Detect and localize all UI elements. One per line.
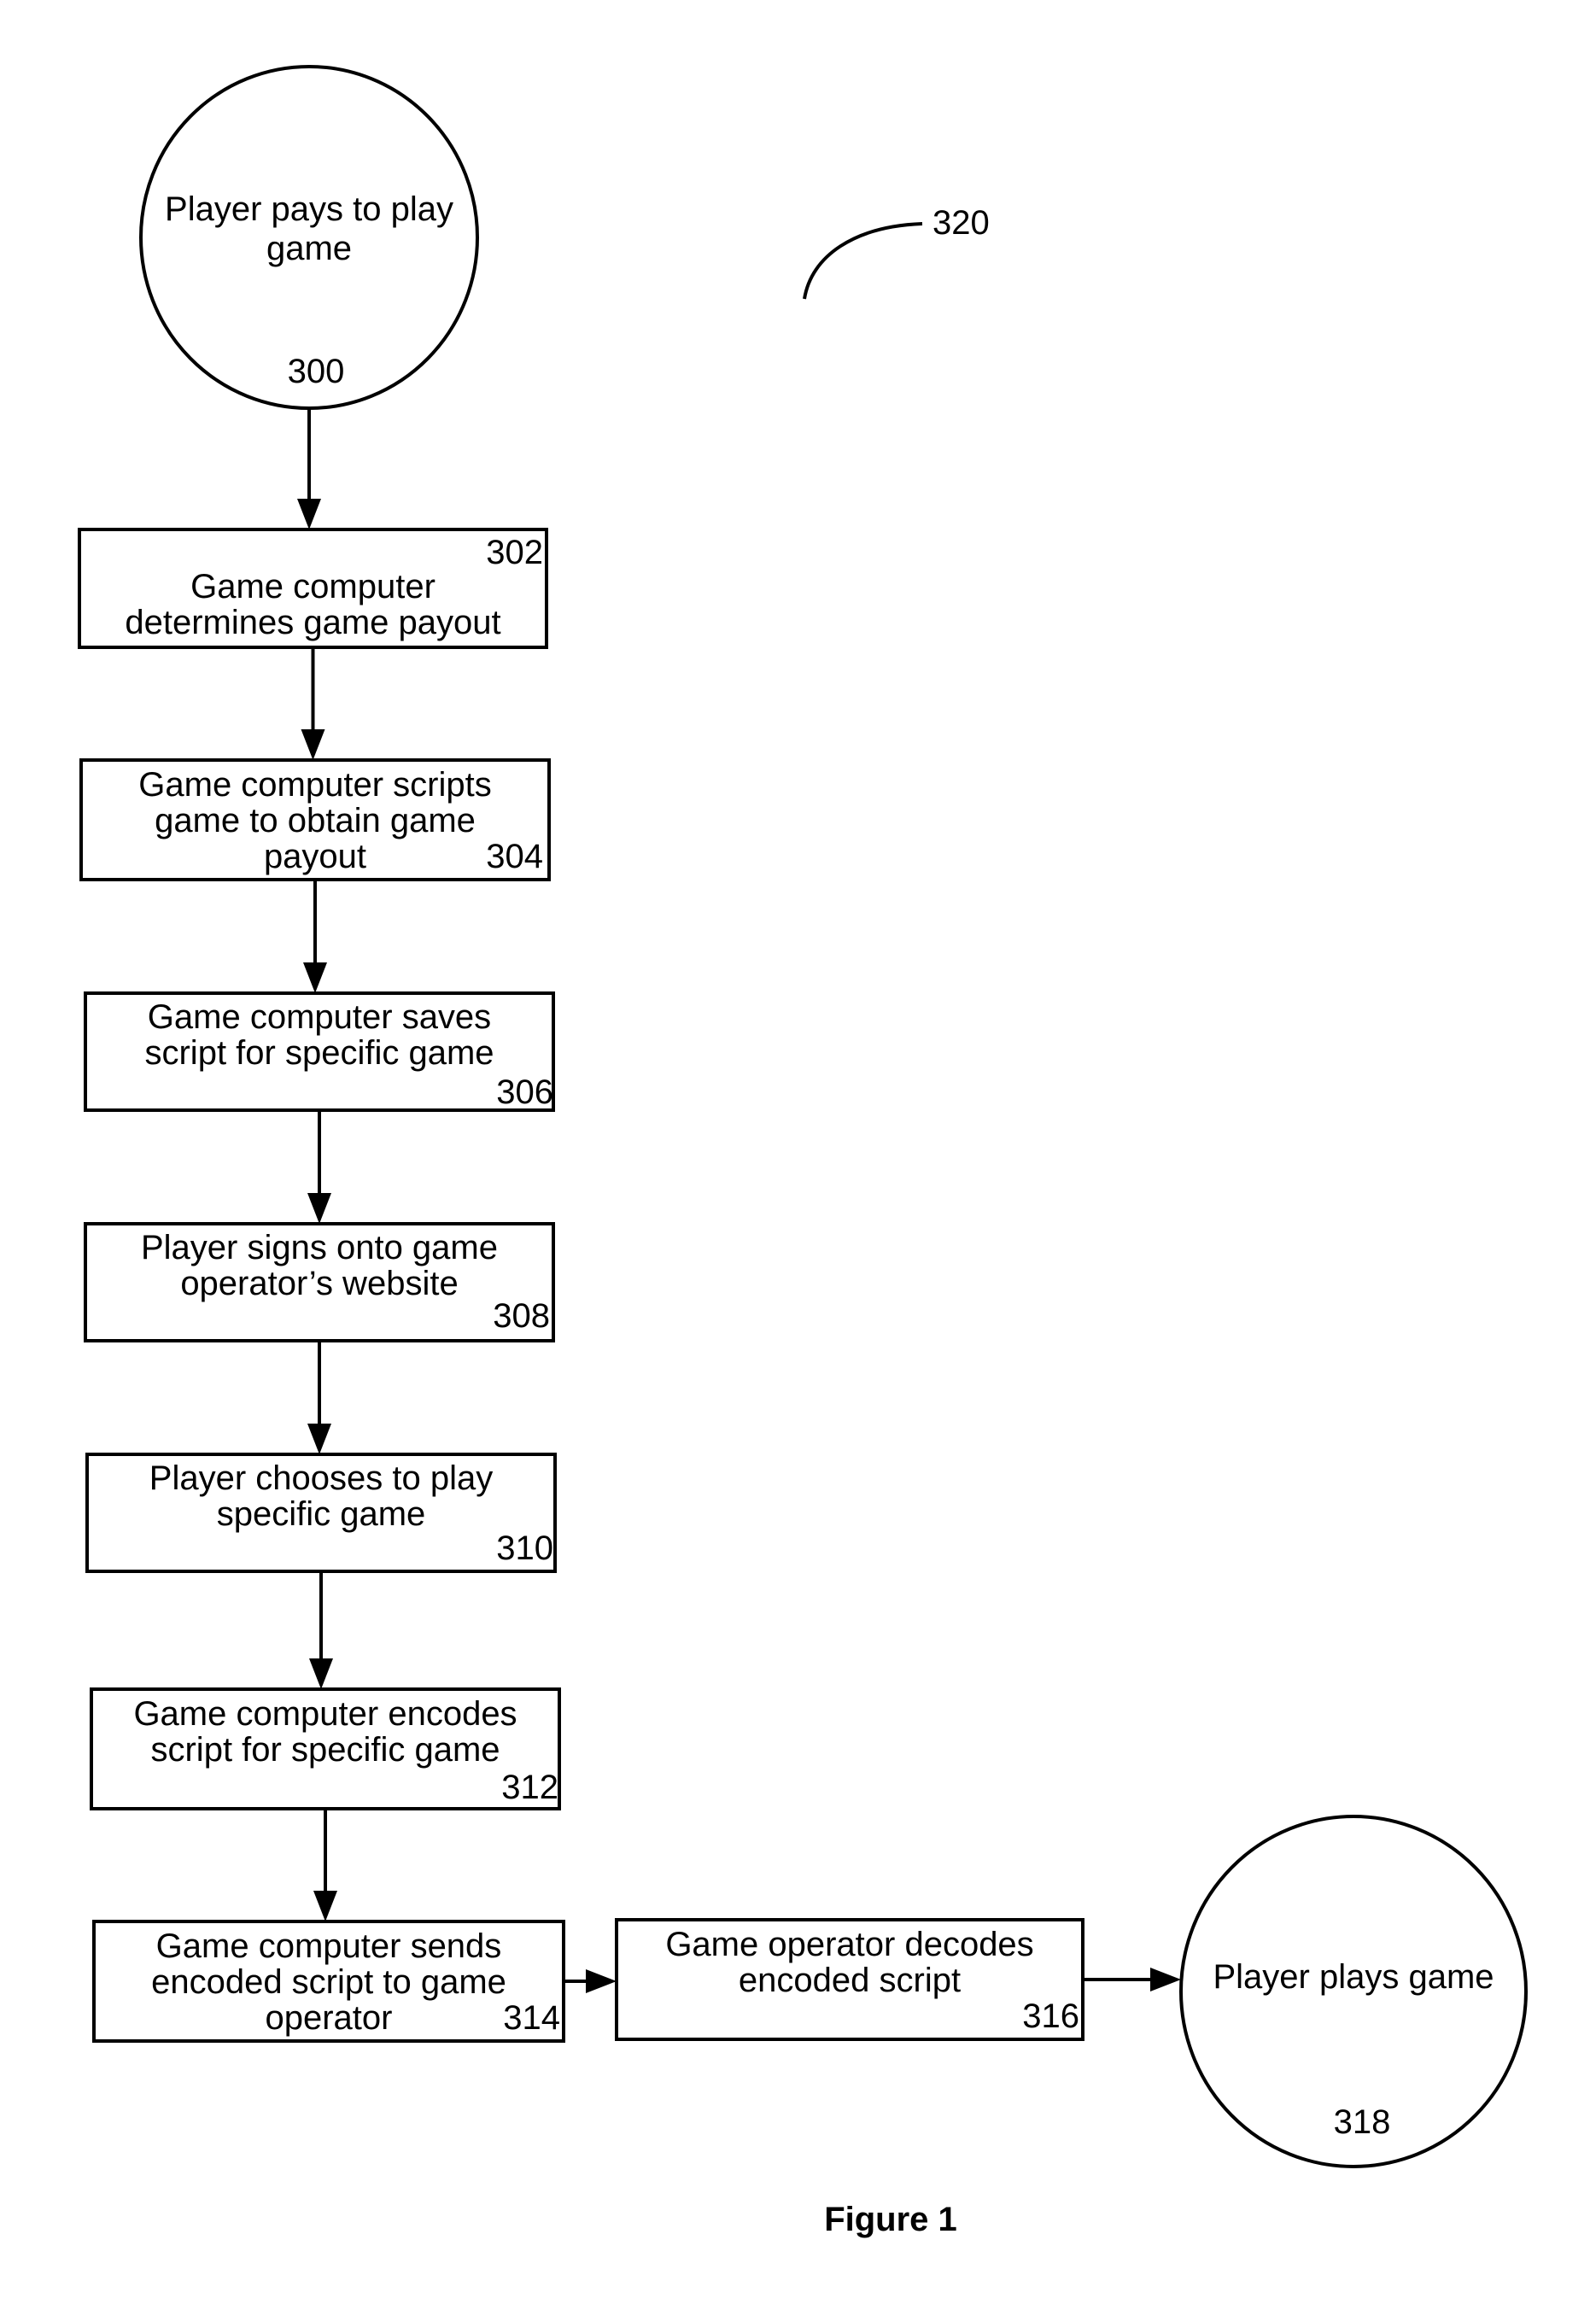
- node-reference-number: 314: [503, 1999, 560, 2037]
- arrow-306-to-308: [307, 1110, 331, 1224]
- node-label-line: determines game payout: [125, 604, 500, 641]
- node-label-line: Game computer sends: [156, 1927, 502, 1965]
- node-label-line: payout: [264, 838, 366, 875]
- flowchart-node-300: Player pays to playgame 300: [139, 65, 479, 410]
- arrow-314-to-316: [564, 1969, 617, 1993]
- node-label-line: Player chooses to play: [149, 1459, 493, 1497]
- node-reference-number: 308: [493, 1297, 550, 1335]
- node-label-line: game: [266, 230, 352, 267]
- nodes: Player pays to playgame 300 Game computerd…: [78, 65, 1528, 2168]
- node-reference-number: 300: [288, 353, 345, 390]
- arrow-304-to-306: [303, 880, 327, 993]
- flowchart-node-306: Game computer savesscript for specific g…: [84, 991, 555, 1112]
- flowchart-node-304: Game computer scriptsgame to obtain game…: [79, 758, 551, 881]
- arrow-310-to-312: [309, 1571, 333, 1689]
- node-reference-number: 304: [486, 838, 543, 875]
- arrowhead-icon: [1150, 1968, 1181, 1991]
- arrow-302-to-304: [301, 647, 325, 760]
- arrowhead-icon: [301, 729, 325, 760]
- node-reference-number: 302: [486, 534, 543, 571]
- node-label-line: encoded script to game: [151, 1963, 506, 2001]
- node-label-line: game to obtain game: [155, 802, 476, 839]
- flowchart-node-302: Game computerdetermines game payout 302: [78, 528, 548, 649]
- node-label-line: Game operator decodes: [665, 1926, 1033, 1963]
- node-label-line: script for specific game: [150, 1731, 500, 1769]
- arrowhead-icon: [297, 499, 321, 529]
- node-label-line: operator’s website: [180, 1265, 458, 1302]
- flowchart-node-314: Game computer sendsencoded script to gam…: [92, 1920, 565, 2043]
- arrowhead-icon: [303, 962, 327, 993]
- node-label-line: script for specific game: [144, 1034, 494, 1072]
- flowchart-node-318: Player plays game 318: [1179, 1815, 1528, 2168]
- arrow-316-to-318: [1083, 1968, 1181, 1991]
- arrowhead-icon: [307, 1193, 331, 1224]
- flowchart-node-308: Player signs onto gameoperator’s website…: [84, 1222, 555, 1342]
- node-reference-number: 310: [496, 1529, 553, 1567]
- flowchart: 320 Player pays to playgame 300 Game compu…: [78, 65, 1528, 2238]
- arrowhead-icon: [586, 1969, 617, 1993]
- arrowhead-icon: [307, 1424, 331, 1454]
- node-label-line: Player plays game: [1213, 1958, 1494, 1996]
- flowchart-node-310: Player chooses to playspecific game 310: [85, 1453, 557, 1573]
- node-reference-number: 312: [501, 1769, 558, 1806]
- node-label-line: Player pays to play: [165, 190, 453, 228]
- arrow-308-to-310: [307, 1341, 331, 1454]
- node-label-line: Game computer scripts: [138, 766, 491, 804]
- reference-label-320: 320: [932, 204, 990, 242]
- reference-leader-line: [803, 222, 923, 300]
- arrowhead-icon: [313, 1891, 337, 1921]
- node-label-line: Game computer encodes: [133, 1695, 517, 1733]
- node-label-line: encoded script: [739, 1962, 961, 1999]
- node-label-line: Player signs onto game: [141, 1229, 498, 1266]
- node-reference-number: 306: [496, 1073, 553, 1111]
- node-label-line: Game computer saves: [148, 998, 491, 1036]
- node-label-line: specific game: [217, 1495, 426, 1533]
- node-reference-number: 316: [1022, 1997, 1079, 2035]
- flowchart-node-312: Game computer encodesscript for specific…: [90, 1687, 561, 1810]
- node-label-line: operator: [266, 1999, 393, 2037]
- node-label-line: Game computer: [190, 568, 436, 605]
- flowchart-node-316: Game operator decodesencoded script 316: [615, 1918, 1084, 2041]
- arrow-312-to-314: [313, 1809, 337, 1921]
- arrowhead-icon: [309, 1658, 333, 1689]
- node-reference-number: 318: [1334, 2103, 1391, 2141]
- arrow-300-to-302: [297, 408, 321, 529]
- figure-caption: Figure 1: [824, 2201, 957, 2238]
